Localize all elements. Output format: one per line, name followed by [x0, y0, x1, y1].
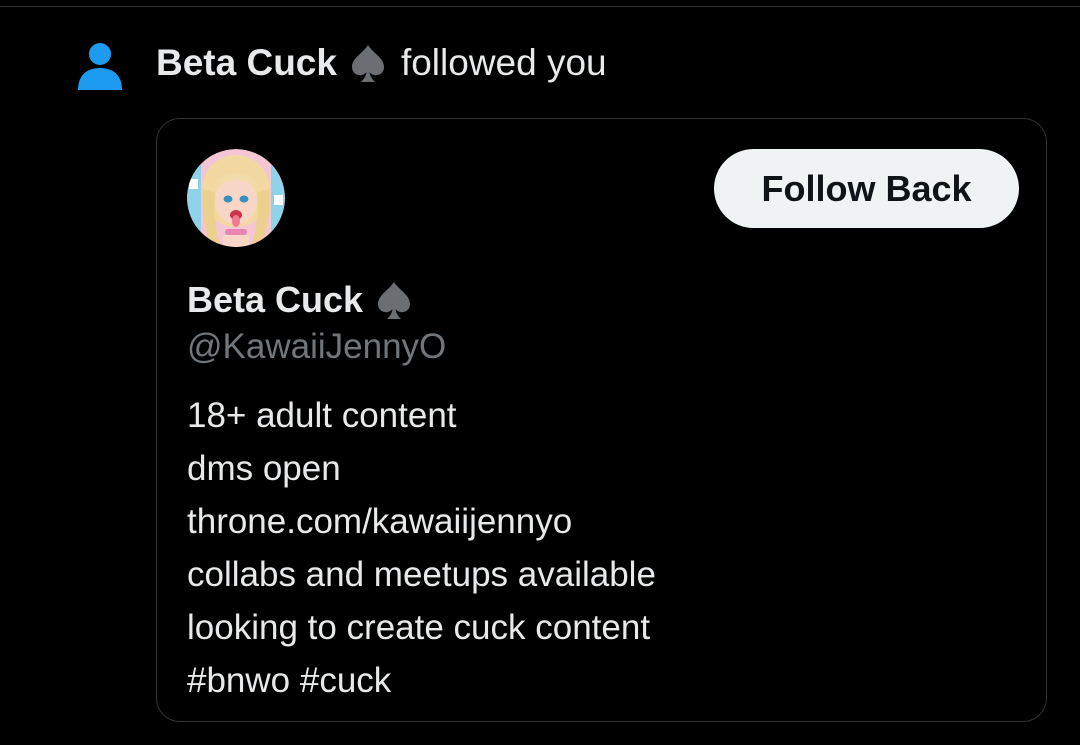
spade-icon [378, 282, 411, 319]
bio-line: collabs and meetups available [187, 555, 656, 594]
spade-icon [351, 45, 384, 82]
notification-action-text: followed you [400, 42, 607, 83]
avatar-image [187, 149, 285, 247]
profile-card[interactable]: Follow Back Beta Cuck @KawaiiJennyO 18+ … [156, 118, 1047, 722]
bio-line: 18+ adult content [187, 396, 457, 435]
profile-bio: 18+ adult content dms open throne.com/ka… [187, 389, 656, 707]
follow-back-button[interactable]: Follow Back [714, 149, 1019, 228]
profile-avatar[interactable] [187, 149, 285, 247]
display-name-text: Beta Cuck [187, 279, 364, 320]
bio-line: dms open [187, 449, 341, 488]
bio-line: looking to create cuck content [187, 608, 651, 647]
profile-display-name[interactable]: Beta Cuck [187, 275, 413, 325]
profile-handle[interactable]: @KawaiiJennyO [187, 327, 446, 367]
notification-header: Beta Cuck followed you [156, 38, 607, 88]
bio-link[interactable]: throne.com/kawaiijennyo [187, 495, 656, 548]
top-divider [0, 6, 1080, 7]
bio-hashtags[interactable]: #bnwo #cuck [187, 654, 656, 707]
person-icon [78, 43, 122, 90]
actor-name[interactable]: Beta Cuck [156, 42, 337, 84]
